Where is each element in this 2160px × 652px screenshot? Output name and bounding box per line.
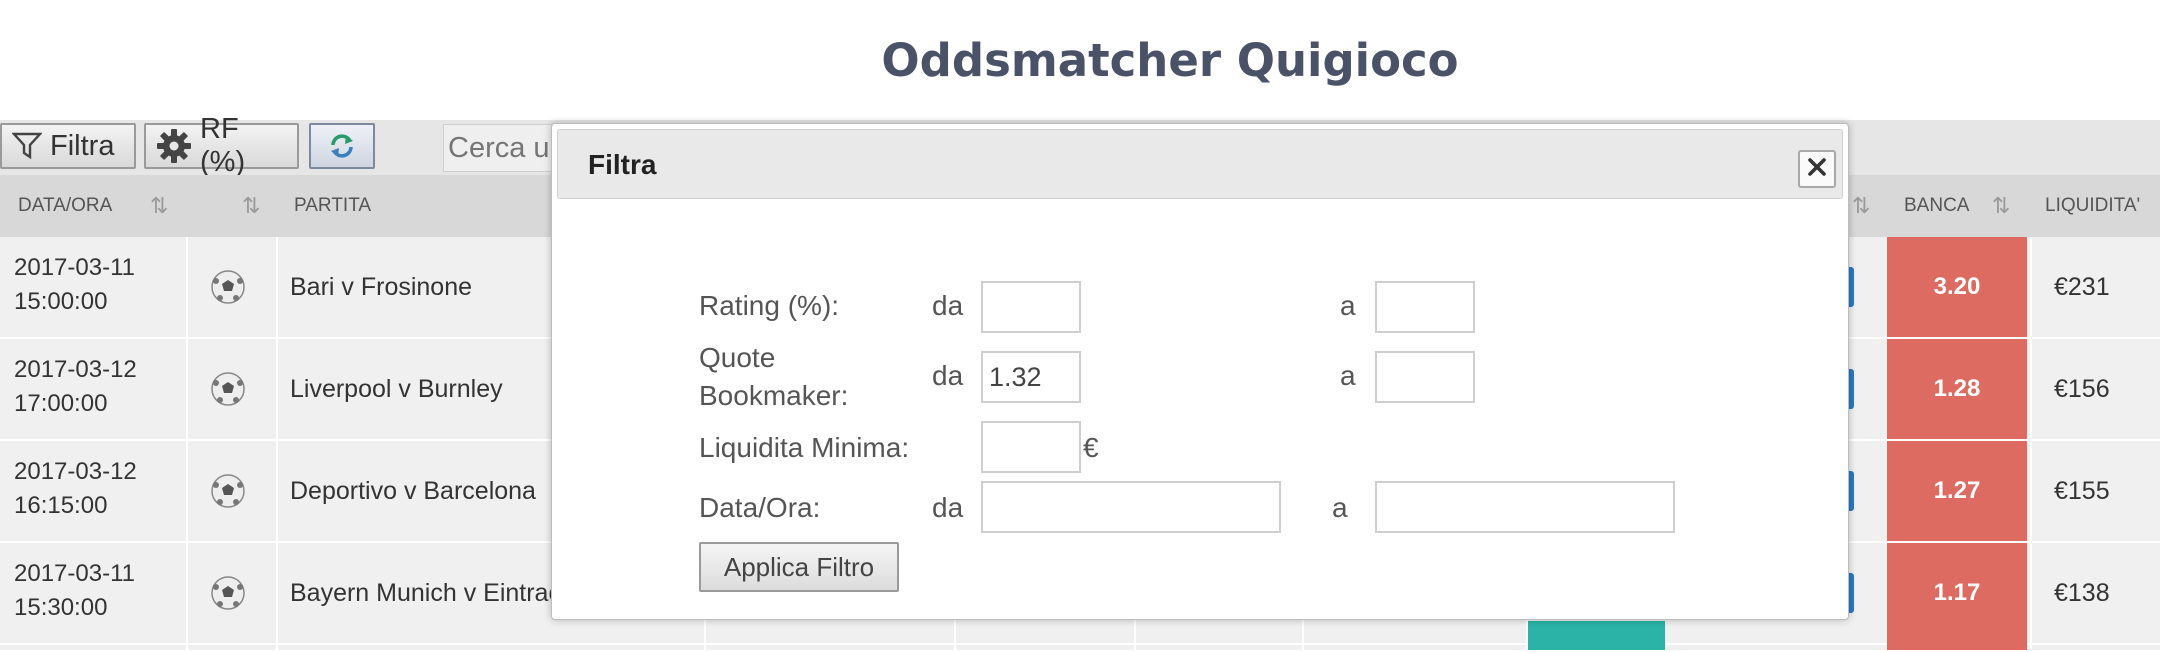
soccer-ball-icon	[210, 371, 246, 407]
row-liquidita: €156	[2054, 375, 2110, 403]
quote-to-input[interactable]	[1375, 351, 1475, 403]
rf-button-label: RF (%)	[200, 113, 246, 178]
quote-from-label: da	[932, 360, 964, 391]
datetime-label: Data/Ora:	[699, 492, 821, 523]
soccer-ball-icon	[210, 575, 246, 611]
row-liquidita: €231	[2054, 273, 2110, 301]
col-header-match[interactable]: PARTITA	[294, 175, 371, 237]
liquidita-input[interactable]	[981, 421, 1081, 473]
rating-from-label: da	[932, 290, 964, 321]
datetime-to-input[interactable]	[1375, 481, 1675, 533]
row-datetime: 2017-03-11 15:00:00	[14, 254, 135, 315]
close-button[interactable]	[1798, 150, 1836, 188]
row-datetime: 2017-03-12 17:00:00	[14, 356, 137, 417]
filter-button[interactable]: Filtra	[0, 123, 136, 169]
soccer-ball-icon	[210, 473, 246, 509]
row-match: Bayern Munich v Eintrac	[290, 579, 561, 607]
col-header-banca[interactable]: BANCA	[1904, 175, 1969, 237]
row-liquidita: €138	[2054, 579, 2110, 607]
rating-to-input[interactable]	[1375, 281, 1475, 333]
rating-to-label: a	[1340, 290, 1356, 321]
currency-symbol: €	[1083, 432, 1099, 463]
rating-from-input[interactable]	[981, 281, 1081, 333]
datetime-from-input[interactable]	[981, 481, 1281, 533]
lay-cell[interactable]	[1528, 621, 1665, 650]
close-icon	[1807, 157, 1827, 182]
column-divider	[186, 237, 188, 650]
page-title: Oddsmatcher Quigioco	[881, 34, 1459, 87]
sort-icon[interactable]: ⇅	[1852, 175, 1870, 237]
row-banca[interactable]: 1.17	[1887, 543, 2027, 643]
column-divider	[2030, 237, 2032, 650]
row-datetime: 2017-03-11 15:30:00	[14, 560, 135, 621]
row-banca[interactable]: 1.27	[1887, 441, 2027, 541]
gear-icon	[156, 128, 192, 164]
sort-icon[interactable]: ⇅	[150, 175, 168, 237]
row-liquidita: €155	[2054, 477, 2110, 505]
row-match: Liverpool v Burnley	[290, 375, 503, 403]
row-banca[interactable]: 3.20	[1887, 237, 2027, 337]
quote-to-label: a	[1340, 360, 1356, 391]
dialog-title: Filtra	[588, 149, 657, 180]
filter-dialog: Filtra Rating (%): da a Quote Bookmaker: …	[551, 123, 1849, 620]
dialog-header: Filtra	[557, 129, 1843, 199]
funnel-icon	[12, 131, 42, 161]
refresh-icon	[325, 129, 359, 163]
sort-icon[interactable]: ⇅	[242, 175, 260, 237]
banca-cell	[1887, 641, 2027, 650]
column-divider	[276, 237, 278, 650]
row-banca[interactable]: 1.28	[1887, 339, 2027, 439]
sort-icon[interactable]: ⇅	[1992, 175, 2010, 237]
datetime-from-label: da	[932, 492, 964, 523]
row-datetime: 2017-03-12 16:15:00	[14, 458, 137, 519]
col-header-liquidita[interactable]: LIQUIDITA'	[2045, 175, 2140, 237]
col-header-date[interactable]: DATA/ORA	[18, 175, 112, 237]
row-match: Bari v Frosinone	[290, 273, 473, 301]
refresh-button[interactable]	[309, 123, 375, 169]
table-row	[0, 645, 2160, 652]
datetime-to-label: a	[1332, 492, 1348, 523]
row-match: Deportivo v Barcelona	[290, 477, 536, 505]
liquidita-label: Liquidita Minima:	[699, 432, 910, 463]
rating-label: Rating (%):	[699, 290, 840, 321]
rf-button[interactable]: RF (%)	[144, 113, 299, 178]
quote-label: Quote Bookmaker:	[699, 342, 849, 411]
apply-filter-button[interactable]: Applica Filtro	[699, 542, 899, 592]
soccer-ball-icon	[210, 269, 246, 305]
filter-button-label: Filtra	[50, 129, 115, 162]
quote-from-input[interactable]	[981, 351, 1081, 403]
